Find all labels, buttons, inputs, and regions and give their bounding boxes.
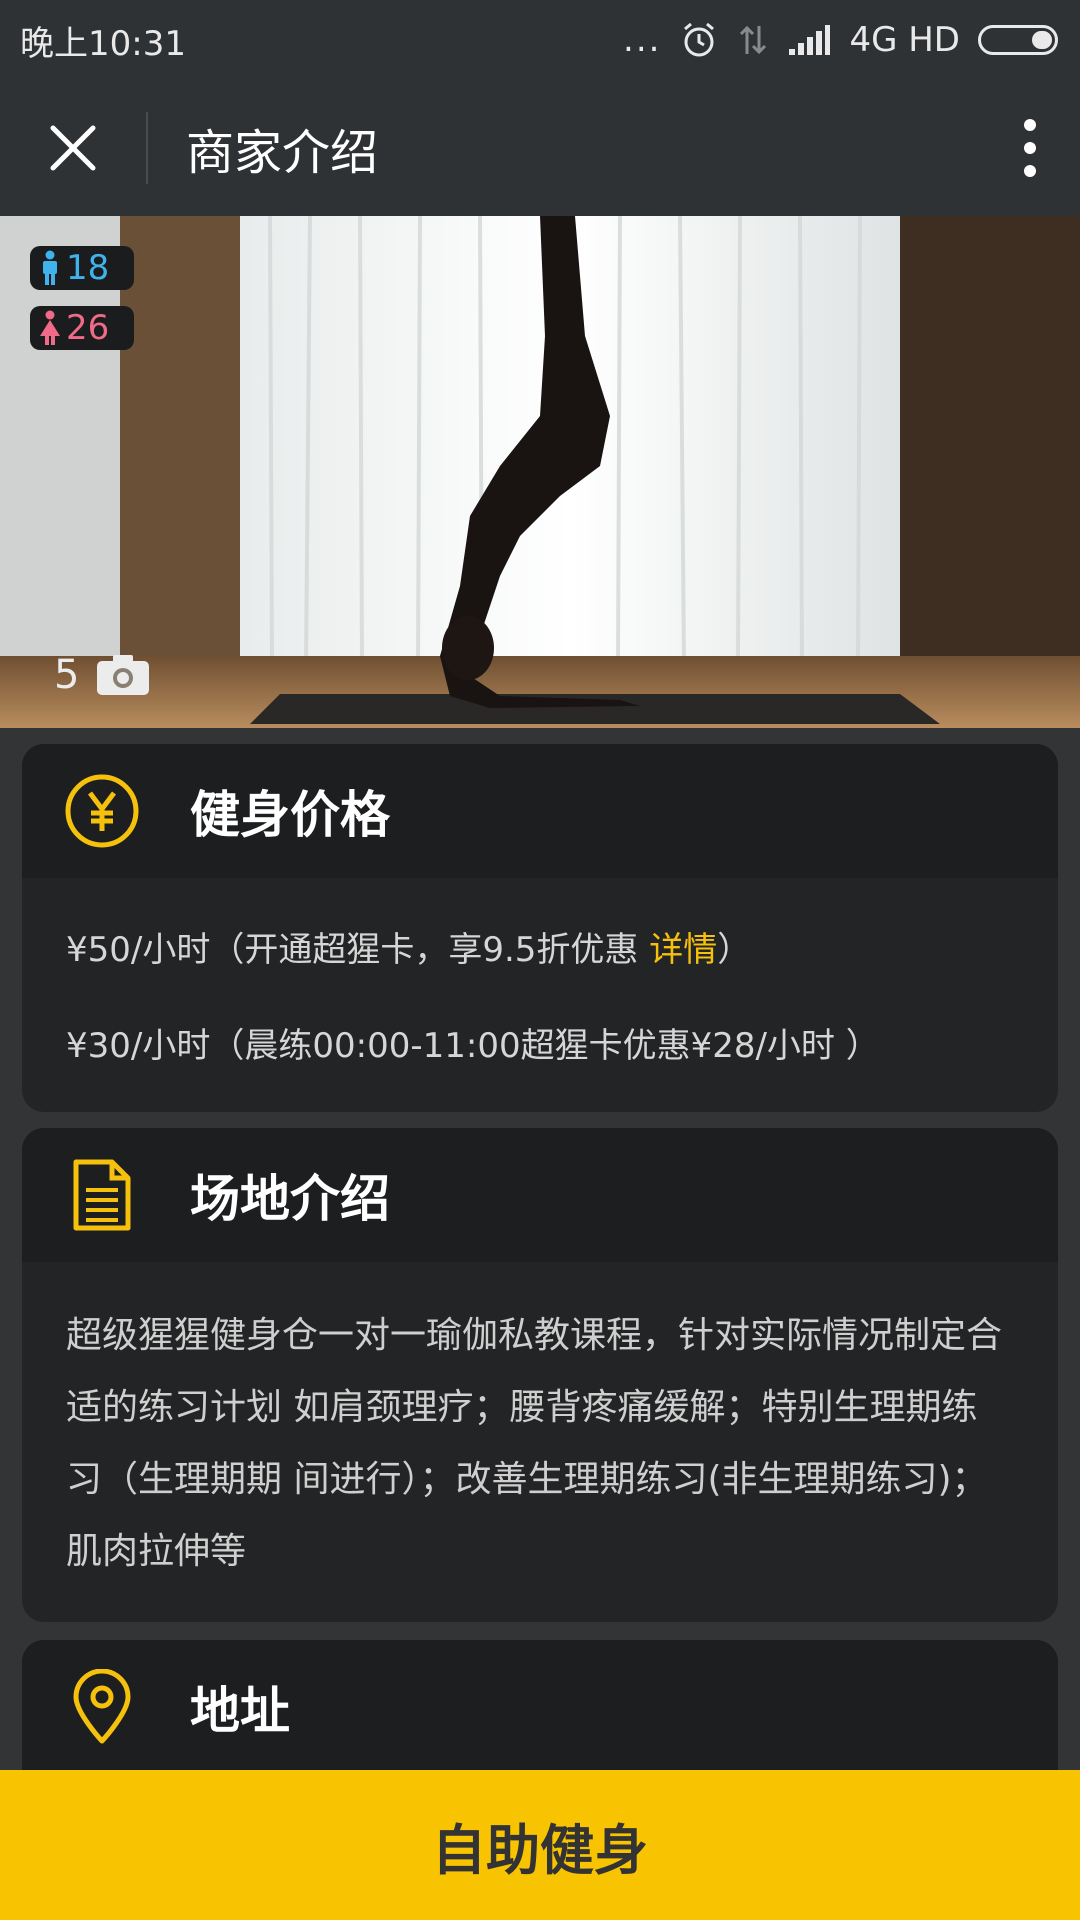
price-card: 健身价格 ¥50/小时（开通超猩卡，享9.5折优惠 详情） ¥30/小时（晨练0… [22,744,1058,1112]
network-type: 4G HD [849,20,960,60]
status-dots: ... [623,20,662,60]
camera-icon [97,655,150,695]
price-line-standard: ¥50/小时（开通超猩卡，享9.5折优惠 详情） [66,930,752,970]
price-details-link[interactable]: 详情 [649,930,717,970]
more-button[interactable] [980,80,1080,216]
data-transfer-icon [740,25,767,55]
photo-count-number: 5 [54,652,80,698]
yoga-studio-photo [0,216,1080,728]
address-card-title: 地址 [190,1682,290,1740]
yuan-coin-icon [65,774,139,848]
price-card-header: 健身价格 [22,744,1058,878]
venue-card-title: 场地介绍 [190,1170,390,1228]
close-icon [50,125,96,171]
hero-photo[interactable] [0,216,1080,728]
venue-card: 场地介绍 超级猩猩健身仓一对一瑜伽私教课程，针对实际情况制定合适的练习计划 如肩… [22,1128,1058,1622]
price-card-title: 健身价格 [190,786,390,844]
alarm-icon [684,22,715,57]
close-button[interactable] [0,80,146,216]
nav-divider [146,112,148,184]
self-service-workout-button[interactable]: 自助健身 [0,1770,1080,1920]
price-line-morning: ¥30/小时（晨练00:00-11:00超猩卡优惠¥28/小时 ） [66,1026,880,1066]
address-card-header: 地址 [22,1640,1058,1774]
venue-description: 超级猩猩健身仓一对一瑜伽私教课程，针对实际情况制定合适的练习计划 如肩颈理疗；腰… [66,1315,1003,1572]
male-count-badge: 18 [30,246,134,290]
female-icon [40,310,60,345]
status-icons: ... 4G HD [623,20,1058,60]
male-icon [43,250,57,285]
more-vertical-icon [1024,119,1036,177]
female-count-badge: 26 [30,306,134,350]
female-count: 26 [66,308,110,348]
document-icon [73,1159,131,1231]
battery-icon [978,25,1058,55]
page-title: 商家介绍 [186,125,379,181]
photo-count[interactable]: 5 [54,652,151,698]
signal-icon [789,25,831,55]
male-count: 18 [66,248,110,288]
status-time: 晚上10:31 [20,23,186,64]
venue-card-header: 场地介绍 [22,1128,1058,1262]
location-pin-icon [73,1669,131,1744]
status-bar: 晚上10:31 ... 4G HD [0,0,1080,80]
nav-bar: 商家介绍 [0,80,1080,216]
